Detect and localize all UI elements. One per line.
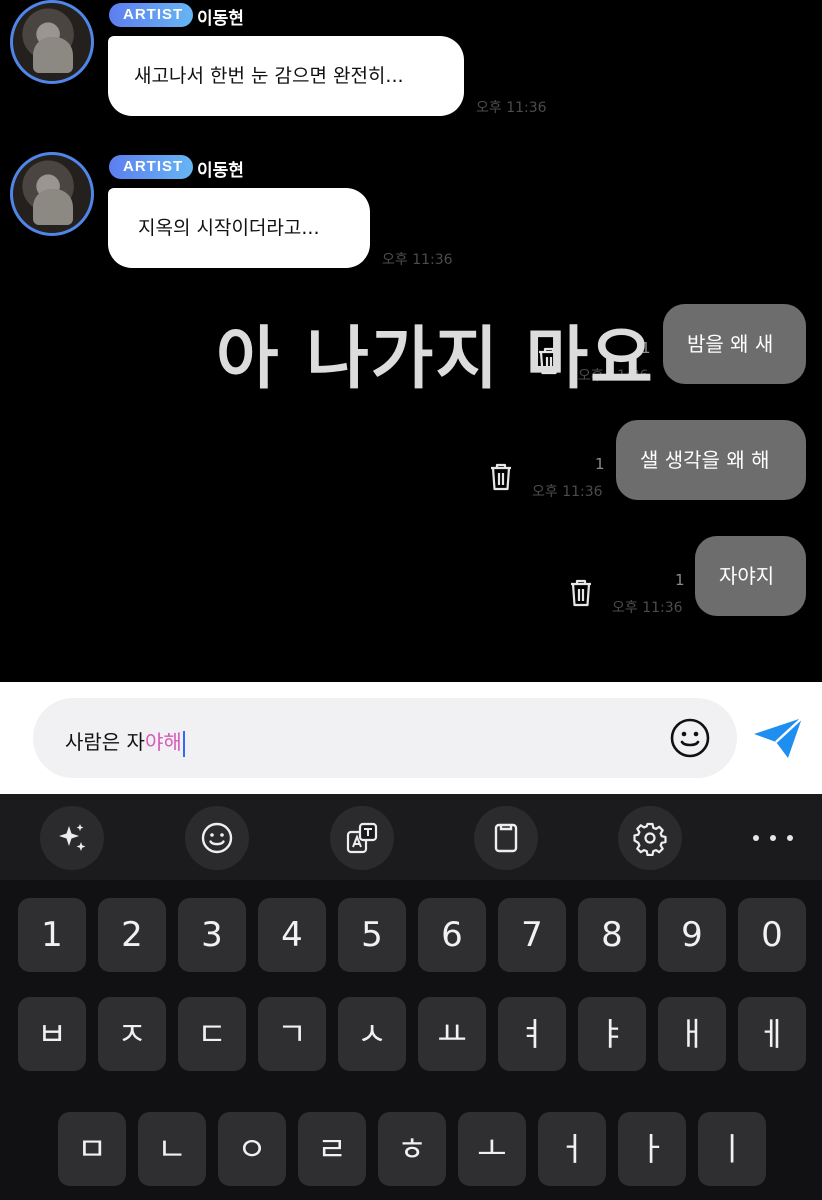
sparkle-icon [59, 824, 86, 851]
sparkle-button[interactable] [40, 806, 104, 870]
message-time: 오후 11:36 [532, 484, 603, 500]
key[interactable]: ㄴ [138, 1112, 206, 1186]
delete-icon[interactable] [489, 463, 513, 491]
more-icon[interactable] [748, 818, 798, 858]
key[interactable]: 5 [338, 898, 406, 972]
key[interactable]: ㅂ [18, 997, 86, 1071]
emoji-icon [201, 822, 233, 854]
message-input[interactable]: 사람은 자야해 [33, 698, 737, 778]
key[interactable]: ㅓ [538, 1112, 606, 1186]
key[interactable]: ㄱ [258, 997, 326, 1071]
key[interactable]: 3 [178, 898, 246, 972]
key[interactable]: ㅎ [378, 1112, 446, 1186]
emoji-icon[interactable] [669, 717, 711, 759]
key[interactable]: ㅣ [698, 1112, 766, 1186]
key[interactable]: ㅐ [658, 997, 726, 1071]
key[interactable]: ㅕ [498, 997, 566, 1071]
artist-badge: ARTIST [109, 155, 194, 179]
key[interactable]: ㅁ [58, 1112, 126, 1186]
key[interactable]: ㄹ [298, 1112, 366, 1186]
key[interactable]: 1 [18, 898, 86, 972]
key[interactable]: 0 [738, 898, 806, 972]
key[interactable]: ㅅ [338, 997, 406, 1071]
unread-count: 1 [595, 455, 605, 473]
clipboard-icon [494, 823, 518, 853]
key[interactable]: 7 [498, 898, 566, 972]
message-time: 오후 11:36 [476, 100, 547, 116]
author-name: 이동현 [197, 9, 244, 29]
incoming-message-bubble[interactable]: 새고나서 한번 눈 감으면 완전히... [108, 36, 464, 116]
key[interactable]: 9 [658, 898, 726, 972]
text-caret [182, 730, 185, 757]
key[interactable]: 8 [578, 898, 646, 972]
key[interactable]: ㅛ [418, 997, 486, 1071]
message-time: 오후 11:36 [612, 600, 683, 616]
clipboard-button[interactable] [474, 806, 538, 870]
unread-count: 1 [675, 571, 685, 589]
incoming-message-bubble[interactable]: 지옥의 시작이더라고... [108, 188, 370, 268]
message-time: 오후 11:36 [382, 252, 453, 268]
translate-icon [346, 822, 378, 854]
translate-button[interactable] [330, 806, 394, 870]
key[interactable]: ㅔ [738, 997, 806, 1071]
key[interactable]: ㅈ [98, 997, 166, 1071]
settings-button[interactable] [618, 806, 682, 870]
artist-avatar[interactable] [10, 152, 94, 236]
send-icon[interactable] [752, 714, 804, 762]
key[interactable]: 6 [418, 898, 486, 972]
outgoing-message-bubble[interactable]: 샐 생각을 왜 해 [616, 420, 806, 500]
message-composer: 사람은 자야해 [0, 682, 822, 794]
overlay-caption: 아 나가지 마요 [216, 320, 655, 399]
message-input-text[interactable]: 사람은 자야해 [65, 726, 185, 757]
artist-badge: ARTIST [109, 3, 194, 27]
keyboard-toolbar [0, 794, 822, 880]
chat-area: ARTIST 이동현 새고나서 한번 눈 감으면 완전히... 오후 11:36… [0, 0, 822, 682]
outgoing-message-bubble[interactable]: 자야지 [695, 536, 806, 616]
outgoing-message-bubble[interactable]: 밤을 왜 새 [663, 304, 806, 384]
emoji-button[interactable] [185, 806, 249, 870]
delete-icon[interactable] [569, 579, 593, 607]
composing-text: 야해 [144, 730, 182, 754]
key[interactable]: ㅏ [618, 1112, 686, 1186]
key[interactable]: ㅇ [218, 1112, 286, 1186]
keyboard: 1 2 3 4 5 6 7 8 9 0 ㅂ ㅈ ㄷ ㄱ ㅅ ㅛ ㅕ ㅑ ㅐ ㅔ … [0, 880, 822, 1200]
artist-avatar[interactable] [10, 0, 94, 84]
key[interactable]: 2 [98, 898, 166, 972]
key[interactable]: ㅗ [458, 1112, 526, 1186]
key[interactable]: ㄷ [178, 997, 246, 1071]
key[interactable]: ㅑ [578, 997, 646, 1071]
settings-icon [633, 822, 667, 856]
key[interactable]: 4 [258, 898, 326, 972]
author-name: 이동현 [197, 161, 244, 181]
committed-text: 사람은 자 [65, 730, 145, 754]
